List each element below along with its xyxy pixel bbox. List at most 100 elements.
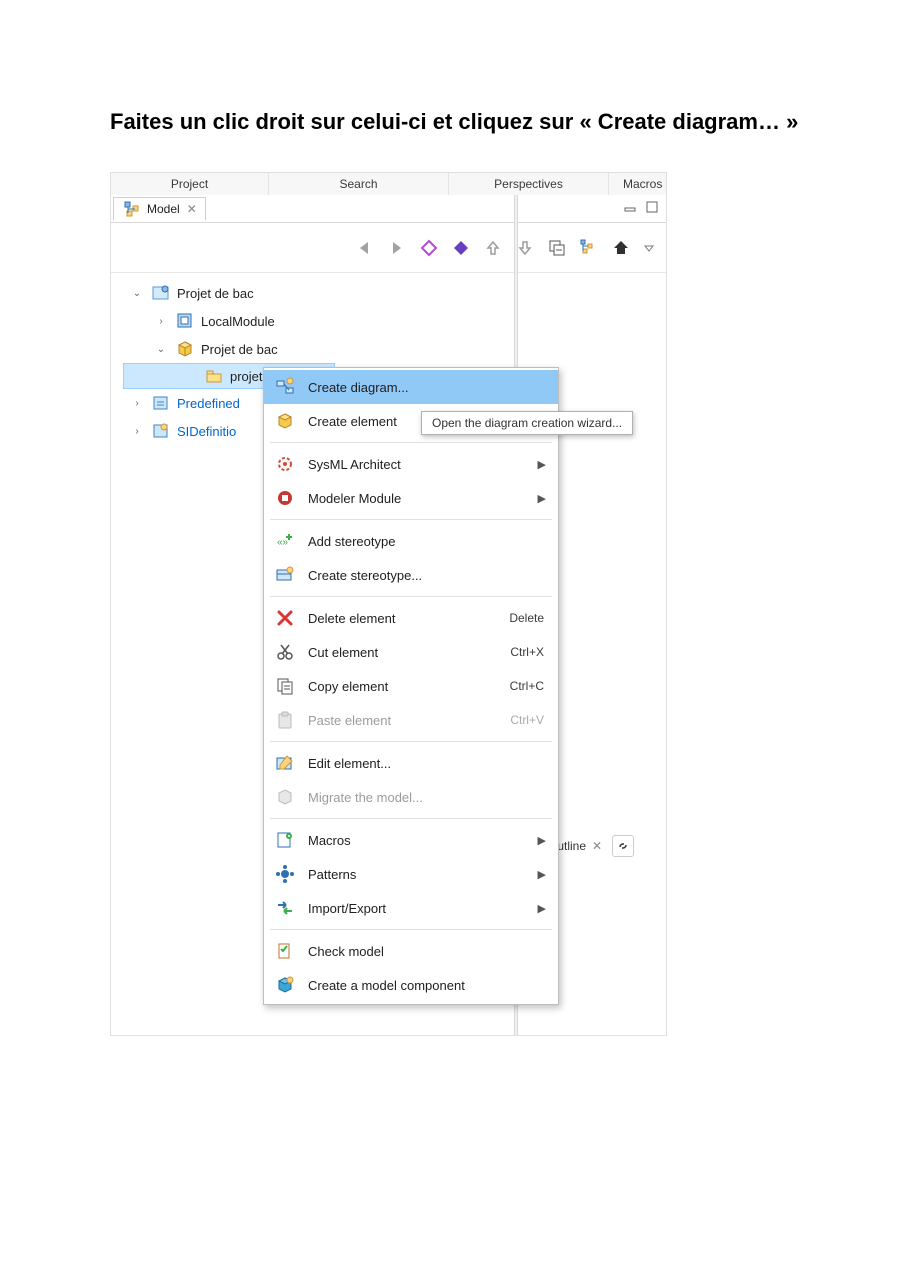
- tree-icon: [122, 199, 142, 219]
- menu-add-stereotype-label: Add stereotype: [308, 534, 548, 549]
- copy-icon: [274, 675, 296, 697]
- submenu-arrow-icon: ▶: [538, 834, 548, 847]
- shortcut-copy: Ctrl+C: [510, 679, 548, 693]
- diamond-filled-icon[interactable]: [450, 237, 472, 259]
- menu-modeler-module-label: Modeler Module: [308, 491, 526, 506]
- menu-perspectives[interactable]: Perspectives: [449, 173, 609, 195]
- tree-localmodule-label: LocalModule: [201, 314, 275, 329]
- menu-create-stereotype-label: Create stereotype...: [308, 568, 548, 583]
- predefined-icon: [151, 393, 171, 413]
- menu-modeler-module[interactable]: Modeler Module ▶: [264, 481, 558, 515]
- create-stereotype-icon: [274, 564, 296, 586]
- menu-edit-element[interactable]: Edit element...: [264, 746, 558, 780]
- import-export-icon: [274, 897, 296, 919]
- menu-paste-element: Paste element Ctrl+V: [264, 703, 558, 737]
- chevron-down-icon[interactable]: ⌄: [153, 341, 169, 357]
- menu-copy-element-label: Copy element: [308, 679, 498, 694]
- menu-separator: [270, 519, 552, 520]
- chevron-right-icon[interactable]: ›: [129, 395, 145, 411]
- menu-cut-element[interactable]: Cut element Ctrl+X: [264, 635, 558, 669]
- component-icon: [274, 974, 296, 996]
- menu-separator: [270, 442, 552, 443]
- menu-add-stereotype[interactable]: «» Add stereotype: [264, 524, 558, 558]
- minimize-icon[interactable]: [622, 199, 638, 215]
- tab-outline[interactable]: Outline ✕: [548, 833, 634, 859]
- tree-proj2-row[interactable]: ⌄ Projet de bac: [121, 335, 666, 363]
- submenu-arrow-icon: ▶: [538, 902, 548, 915]
- menu-patterns-label: Patterns: [308, 867, 526, 882]
- menu-patterns[interactable]: Patterns ▶: [264, 857, 558, 891]
- up-arrow-icon[interactable]: [482, 237, 504, 259]
- close-icon[interactable]: ✕: [187, 202, 197, 216]
- shortcut-delete: Delete: [509, 611, 548, 625]
- menu-create-stereotype[interactable]: Create stereotype...: [264, 558, 558, 592]
- menu-create-diagram[interactable]: Create diagram...: [264, 370, 558, 404]
- shortcut-cut: Ctrl+X: [510, 645, 548, 659]
- panel-header: Model ✕: [111, 195, 666, 223]
- tree-view-icon[interactable]: [578, 237, 600, 259]
- model-toolbar: [111, 223, 666, 273]
- tab-model-label: Model: [147, 202, 180, 216]
- menu-delete-element-label: Delete element: [308, 611, 497, 626]
- tree-proj2-label: Projet de bac: [201, 342, 278, 357]
- menu-import-export[interactable]: Import/Export ▶: [264, 891, 558, 925]
- tab-model[interactable]: Model ✕: [113, 197, 206, 221]
- menu-check-model[interactable]: Check model: [264, 934, 558, 968]
- home-icon[interactable]: [610, 237, 632, 259]
- menu-project[interactable]: Project: [111, 173, 269, 195]
- menu-check-model-label: Check model: [308, 944, 548, 959]
- close-icon[interactable]: ✕: [592, 839, 602, 853]
- instruction-heading: Faites un clic droit sur celui-ci et cli…: [110, 108, 810, 136]
- menu-macros-label: Macros: [308, 833, 526, 848]
- tree-sidef-label: SIDefinitio: [177, 424, 236, 439]
- cube-icon: [175, 339, 195, 359]
- chevron-right-icon[interactable]: ›: [129, 423, 145, 439]
- add-stereotype-icon: «»: [274, 530, 296, 552]
- edit-icon: [274, 752, 296, 774]
- menu-create-diagram-label: Create diagram...: [308, 380, 548, 395]
- menu-edit-element-label: Edit element...: [308, 756, 548, 771]
- cut-icon: [274, 641, 296, 663]
- menu-search[interactable]: Search: [269, 173, 449, 195]
- collapse-all-icon[interactable]: [546, 237, 568, 259]
- dropdown-triangle-icon[interactable]: [642, 237, 656, 259]
- context-menu: Create diagram... Create element ▶ SysML…: [263, 367, 559, 1005]
- folder-icon: [204, 366, 224, 386]
- back-arrow-icon[interactable]: [354, 237, 376, 259]
- sidef-icon: [151, 421, 171, 441]
- chevron-down-icon[interactable]: ⌄: [129, 285, 145, 301]
- tree-localmodule-row[interactable]: › LocalModule: [121, 307, 666, 335]
- submenu-arrow-icon: ▶: [538, 458, 548, 471]
- diamond-outline-icon[interactable]: [418, 237, 440, 259]
- chevron-right-icon[interactable]: ›: [153, 313, 169, 329]
- menu-create-component[interactable]: Create a model component: [264, 968, 558, 1002]
- menu-macros[interactable]: Macros ▶: [264, 823, 558, 857]
- maximize-icon[interactable]: [644, 199, 660, 215]
- menu-migrate-model: Migrate the model...: [264, 780, 558, 814]
- patterns-icon: [274, 863, 296, 885]
- menu-sysml-architect[interactable]: SysML Architect ▶: [264, 447, 558, 481]
- forward-arrow-icon[interactable]: [386, 237, 408, 259]
- menu-macros[interactable]: Macros: [609, 173, 667, 195]
- menu-copy-element[interactable]: Copy element Ctrl+C: [264, 669, 558, 703]
- menu-delete-element[interactable]: Delete element Delete: [264, 601, 558, 635]
- macros-icon: [274, 829, 296, 851]
- shortcut-paste: Ctrl+V: [510, 713, 548, 727]
- sysml-icon: [274, 453, 296, 475]
- module-icon: [175, 311, 195, 331]
- menu-separator: [270, 929, 552, 930]
- app-screenshot: Project Search Perspectives Macros Model: [110, 172, 667, 1036]
- cube-star-icon: [274, 410, 296, 432]
- delete-icon: [274, 607, 296, 629]
- menu-separator: [270, 818, 552, 819]
- menu-sysml-architect-label: SysML Architect: [308, 457, 526, 472]
- menu-import-export-label: Import/Export: [308, 901, 526, 916]
- paste-icon: [274, 709, 296, 731]
- link-icon[interactable]: [612, 835, 634, 857]
- migrate-icon: [274, 786, 296, 808]
- create-diagram-icon: [274, 376, 296, 398]
- menu-cut-element-label: Cut element: [308, 645, 498, 660]
- tree-root-row[interactable]: ⌄ Projet de bac: [121, 279, 666, 307]
- menu-paste-element-label: Paste element: [308, 713, 498, 728]
- menu-migrate-model-label: Migrate the model...: [308, 790, 548, 805]
